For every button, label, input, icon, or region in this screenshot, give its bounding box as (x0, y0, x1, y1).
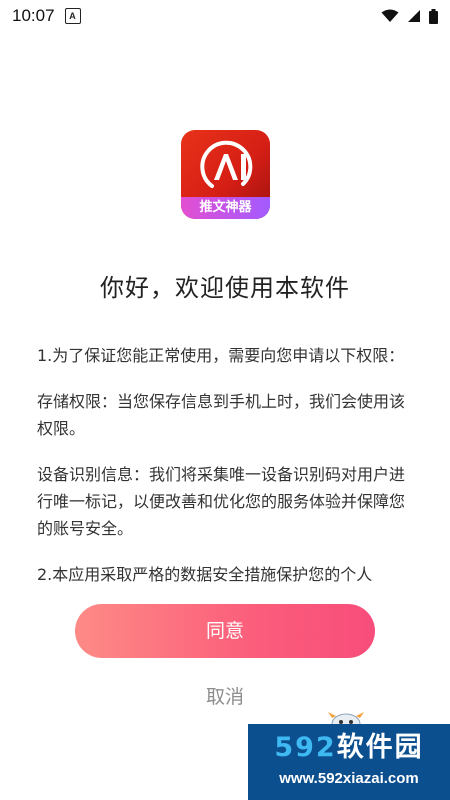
watermark-brand: 软件园 (336, 732, 424, 763)
wifi-icon (381, 9, 399, 22)
agree-button[interactable]: 同意 (75, 604, 375, 658)
app-logo: 推文神器 (181, 130, 270, 219)
watermark-title: 592软件园 (248, 728, 450, 768)
cancel-button[interactable]: 取消 (175, 680, 275, 714)
logo-label: 推文神器 (181, 197, 270, 219)
battery-icon (429, 8, 438, 24)
paragraph-storage: 存储权限：当您保存信息到手机上时，我们会使用该权限。 (37, 392, 406, 438)
permission-content[interactable]: 1.为了保证您能正常使用，需要向您申请以下权限： 存储权限：当您保存信息到手机上… (37, 342, 407, 604)
status-right (381, 8, 438, 24)
watermark-number: 592 (274, 732, 337, 763)
watermark-url: www.592xiazai.com (279, 770, 419, 787)
paragraph-device-id: 设备识别信息：我们将采集唯一设备识别码对用户进行唯一标记，以便改善和优化您的服务… (37, 465, 406, 538)
a-icon: A (64, 8, 81, 24)
watermark: 592软件园 www.592xiazai.com (248, 724, 450, 800)
signal-icon (408, 10, 420, 22)
welcome-title: 你好，欢迎使用本软件 (100, 274, 350, 302)
paragraph-security: 2.本应用采取严格的数据安全措施保护您的个人 (37, 565, 373, 584)
status-bar: 10:07 A (0, 0, 450, 32)
ai-logo-icon (200, 140, 253, 188)
status-left: 10:07 A (12, 6, 81, 26)
paragraph-intro: 1.为了保证您能正常使用，需要向您申请以下权限： (37, 346, 405, 365)
status-time: 10:07 (12, 6, 55, 25)
